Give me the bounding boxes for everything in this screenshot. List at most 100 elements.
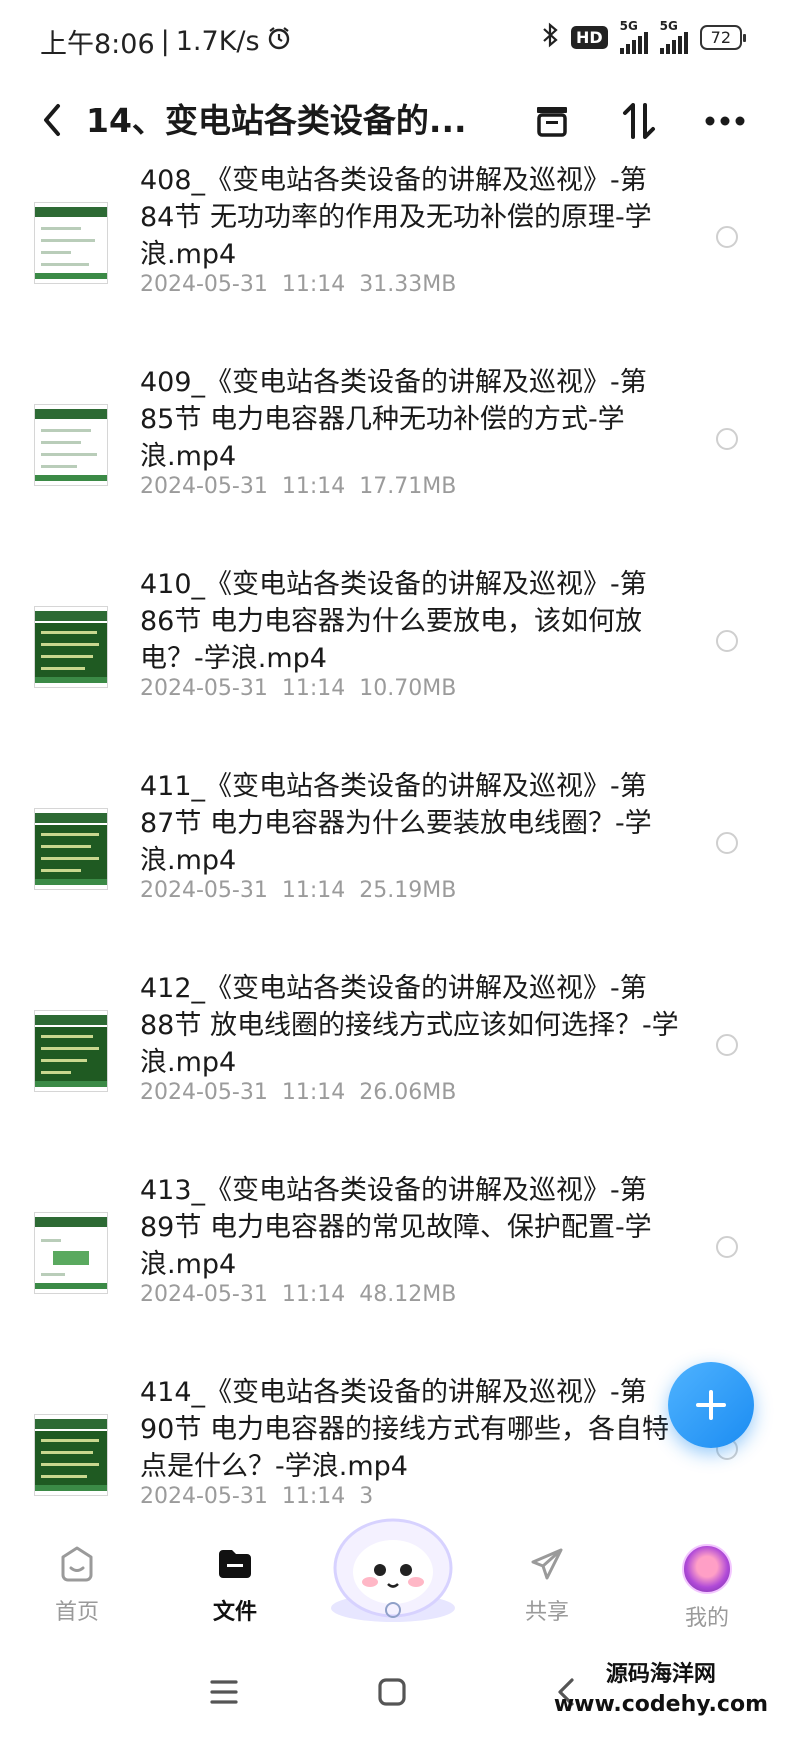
chevron-left-icon (44, 104, 60, 136)
file-meta: 2024-05-31 11:14 25.19MB (140, 878, 456, 903)
file-name: 412_《变电站各类设备的讲解及巡视》-第88节 放电线圈的接线方式应该如何选择… (140, 973, 679, 1078)
nav-home[interactable]: 首页 (22, 1544, 132, 1626)
file-size: 26.06MB (359, 1080, 457, 1105)
status-right: HD 5G 5G 72 (541, 19, 747, 54)
alarm-icon (266, 25, 292, 58)
page-title: 14、变电站各类设备的... (86, 101, 467, 140)
more-icon (705, 116, 745, 126)
file-size: 25.19MB (359, 878, 457, 903)
net-label-1: 5G (619, 19, 638, 33)
file-time: 11:14 (281, 474, 346, 499)
signal-bars-icon (619, 32, 648, 54)
file-date: 2024-05-31 (140, 1080, 268, 1105)
select-radio[interactable] (716, 630, 738, 652)
video-thumbnail (34, 808, 108, 890)
file-time: 11:14 (281, 1282, 346, 1307)
file-meta: 2024-05-31 11:14 10.70MB (140, 676, 456, 701)
menu-button[interactable] (206, 1674, 242, 1710)
video-thumbnail (34, 202, 108, 284)
bluetooth-icon (541, 22, 559, 52)
select-radio[interactable] (716, 1236, 738, 1258)
file-meta: 2024-05-31 11:14 17.71MB (140, 474, 456, 499)
file-name: 411_《变电站各类设备的讲解及巡视》-第87节 电力电容器为什么要装放电线圈？… (140, 771, 652, 876)
file-name: 413_《变电站各类设备的讲解及巡视》-第89节 电力电容器的常见故障、保护配置… (140, 1175, 652, 1280)
home-nav-button[interactable] (374, 1674, 410, 1710)
video-thumbnail (34, 404, 108, 486)
file-size: 10.70MB (359, 676, 457, 701)
file-meta: 2024-05-31 11:14 26.06MB (140, 1080, 456, 1105)
file-time: 11:14 (281, 878, 346, 903)
file-date: 2024-05-31 (140, 676, 268, 701)
nav-share-label: 共享 (524, 1600, 569, 1625)
file-meta: 2024-05-31 11:14 48.12MB (140, 1282, 456, 1307)
watermark-line1: 源码海洋网 (605, 1662, 716, 1687)
file-time: 11:14 (281, 272, 346, 297)
signal-bars-icon (659, 32, 688, 54)
nav-home-label: 首页 (54, 1600, 99, 1625)
sort-button[interactable] (614, 96, 664, 146)
mascot-icon (331, 1518, 455, 1622)
list-item[interactable]: 412_《变电站各类设备的讲解及巡视》-第88节 放电线圈的接线方式应该如何选择… (0, 958, 790, 1158)
net-label-2: 5G (659, 19, 678, 33)
list-item[interactable]: 413_《变电站各类设备的讲解及巡视》-第89节 电力电容器的常见故障、保护配置… (0, 1160, 790, 1360)
separator: | (160, 26, 170, 57)
avatar (682, 1544, 732, 1594)
video-thumbnail (34, 1414, 108, 1496)
file-date: 2024-05-31 (140, 272, 268, 297)
list-item[interactable]: 409_《变电站各类设备的讲解及巡视》-第85节 电力电容器几种无功补偿的方式-… (0, 352, 790, 552)
file-name: 408_《变电站各类设备的讲解及巡视》-第84节 无功功率的作用及无功补偿的原理… (140, 165, 652, 270)
file-time: 11:14 (281, 1080, 346, 1105)
file-meta: 2024-05-31 11:14 31.33MB (140, 272, 456, 297)
nav-me[interactable]: 我的 (652, 1544, 762, 1632)
archive-icon (537, 107, 567, 137)
signal-1: 5G (619, 19, 648, 54)
nav-me-label: 我的 (684, 1606, 729, 1631)
network-speed: 1.7K/s (175, 26, 260, 57)
plus-icon (696, 1390, 726, 1420)
file-date: 2024-05-31 (140, 1282, 268, 1307)
square-icon (378, 1678, 406, 1706)
file-size: 17.71MB (359, 474, 457, 499)
nav-share[interactable]: 共享 (492, 1544, 602, 1626)
hd-badge: HD (570, 25, 608, 49)
more-button[interactable] (700, 96, 750, 146)
folder-icon (219, 1550, 251, 1578)
list-item[interactable]: 410_《变电站各类设备的讲解及巡视》-第86节 电力电容器为什么要放电，该如何… (0, 554, 790, 754)
signal-2: 5G (659, 19, 688, 54)
select-radio[interactable] (716, 1034, 738, 1056)
bottom-nav: 首页 文件 共享 我的 (0, 1518, 790, 1650)
select-radio[interactable] (716, 832, 738, 854)
file-date: 2024-05-31 (140, 1484, 268, 1509)
archive-button[interactable] (527, 96, 577, 146)
file-name: 414_《变电站各类设备的讲解及巡视》-第90节 电力电容器的接线方式有哪些，各… (140, 1377, 669, 1482)
status-bar: 上午8:06 | 1.7K/s HD 5G 5G 72 (0, 0, 790, 80)
back-button[interactable] (34, 98, 74, 142)
sort-icon (623, 103, 655, 139)
menu-icon (210, 1680, 238, 1704)
list-item[interactable]: 408_《变电站各类设备的讲解及巡视》-第84节 无功功率的作用及无功补偿的原理… (0, 150, 790, 350)
watermark-line2: www.codehy.com (553, 1692, 768, 1717)
file-name: 410_《变电站各类设备的讲解及巡视》-第86节 电力电容器为什么要放电，该如何… (140, 569, 647, 674)
battery-indicator: 72 (699, 24, 747, 50)
list-item[interactable]: 411_《变电站各类设备的讲解及巡视》-第87节 电力电容器为什么要装放电线圈？… (0, 756, 790, 956)
file-size: 31.33MB (359, 272, 457, 297)
file-time: 11:14 (281, 676, 346, 701)
file-size: 48.12MB (359, 1282, 457, 1307)
file-date: 2024-05-31 (140, 474, 268, 499)
select-radio[interactable] (716, 428, 738, 450)
status-left: 上午8:06 | 1.7K/s (40, 22, 292, 61)
video-thumbnail (34, 606, 108, 688)
file-name: 409_《变电站各类设备的讲解及巡视》-第85节 电力电容器几种无功补偿的方式-… (140, 367, 647, 472)
assistant-mascot[interactable] (318, 1498, 468, 1628)
select-radio[interactable] (716, 226, 738, 248)
video-thumbnail (34, 1010, 108, 1092)
nav-files[interactable]: 文件 (180, 1544, 290, 1626)
send-icon (531, 1548, 563, 1580)
home-icon (61, 1546, 93, 1582)
clock: 上午8:06 (40, 29, 155, 60)
file-date: 2024-05-31 (140, 878, 268, 903)
video-thumbnail (34, 1212, 108, 1294)
add-button[interactable] (668, 1362, 754, 1448)
watermark: 源码海洋网 www.codehy.com (554, 1660, 768, 1720)
nav-files-label: 文件 (212, 1600, 257, 1625)
